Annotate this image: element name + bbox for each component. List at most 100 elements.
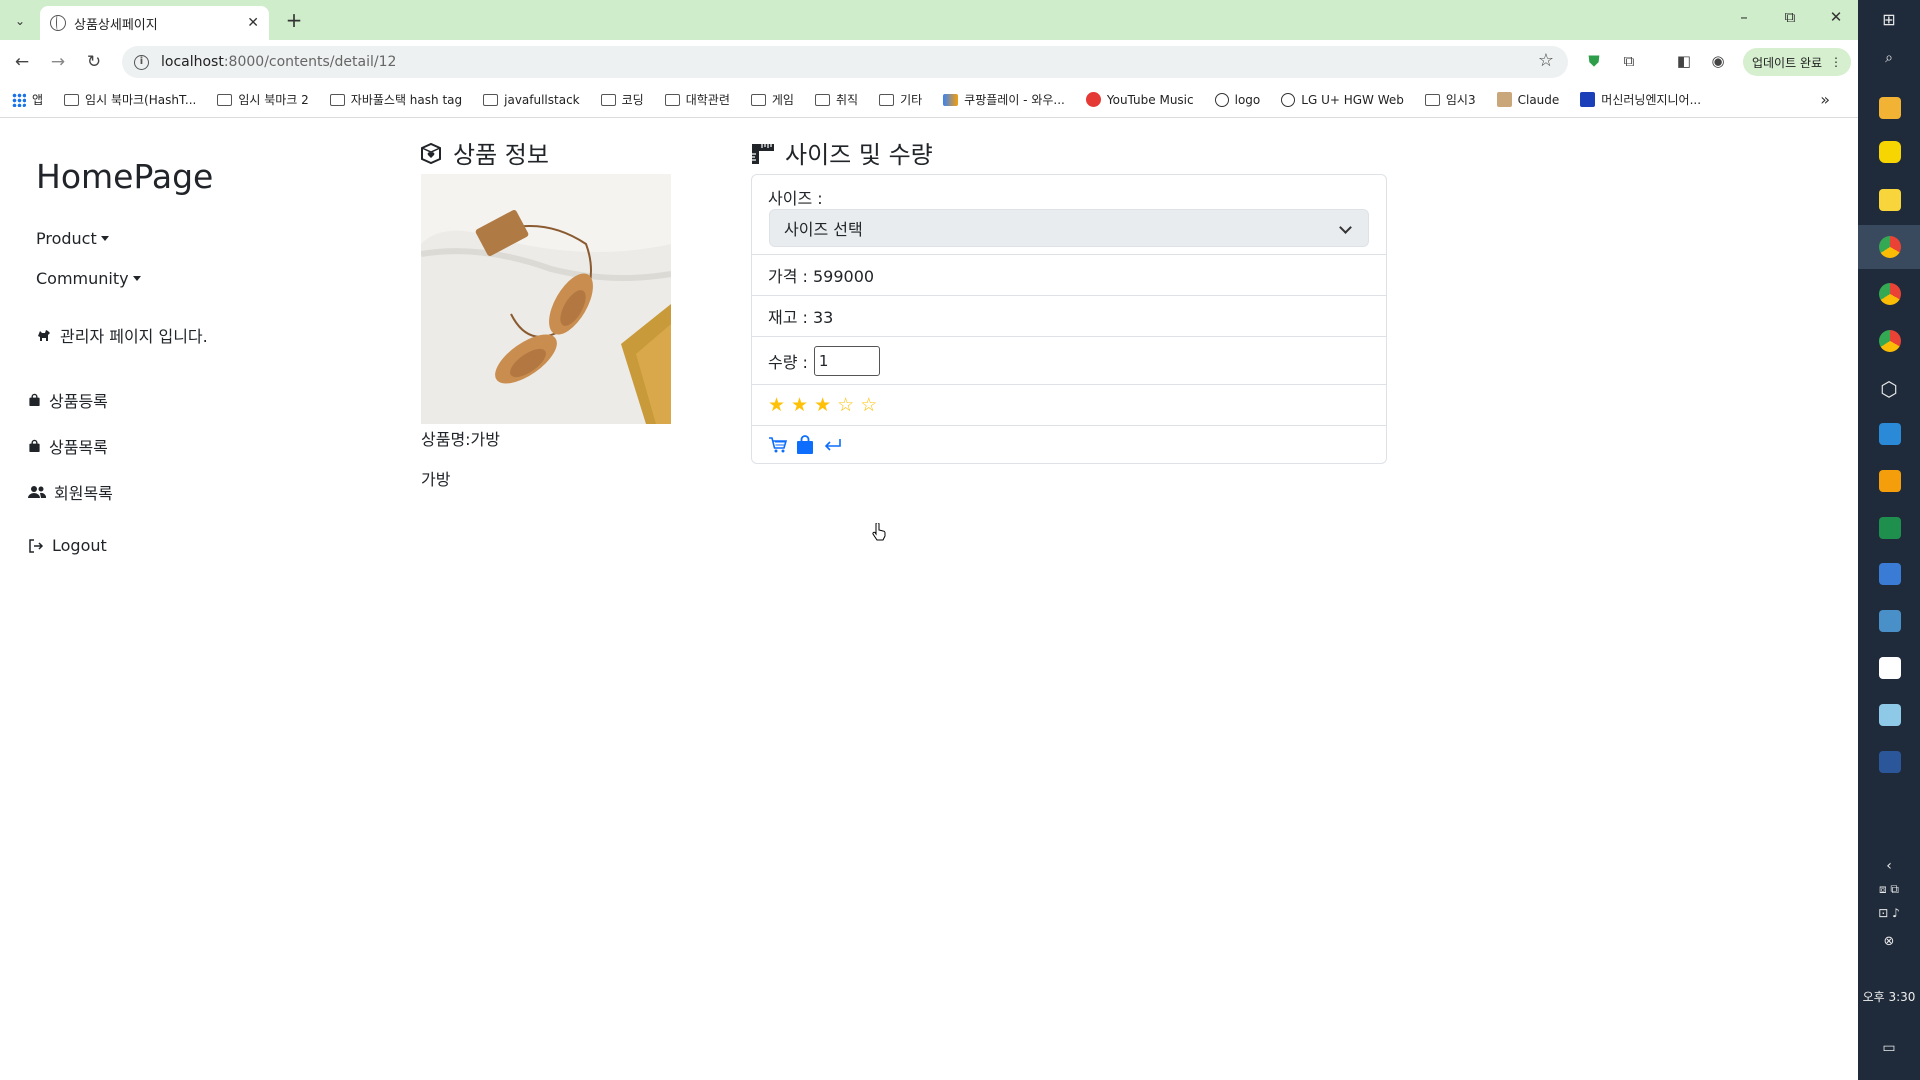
menu-product-list[interactable]: 상품목록 — [28, 434, 108, 458]
kakaotalk-icon[interactable] — [1879, 141, 1901, 163]
bookmark-label: 코딩 — [621, 93, 644, 107]
notion-icon[interactable] — [1879, 657, 1901, 679]
taskbar-clock[interactable]: 오후 3:30 — [1858, 988, 1920, 1005]
update-button[interactable]: 업데이트 완료 ⋮ — [1743, 48, 1851, 76]
bookmark-item[interactable]: YouTube Music — [1085, 92, 1194, 107]
hand-cursor-icon — [872, 523, 886, 541]
bookmark-star-icon[interactable]: ☆ — [1538, 51, 1554, 70]
tray-icons[interactable]: ⧈ ⧉ — [1858, 882, 1920, 897]
chrome-profile-3-icon[interactable] — [1879, 330, 1901, 352]
word-icon[interactable] — [1879, 751, 1901, 773]
network-volume-icon[interactable]: ⊡ ♪ — [1858, 906, 1920, 920]
browser-tab-active[interactable]: 상품상세페이지 ✕ — [40, 6, 269, 40]
shopping-bag-icon[interactable] — [796, 435, 814, 455]
excel-remote-icon[interactable] — [1879, 517, 1901, 539]
bookmark-item[interactable]: 앱 — [12, 91, 43, 108]
tab-search-button[interactable]: ⌄ — [8, 9, 32, 33]
forward-button[interactable]: → — [45, 49, 71, 75]
side-panel-icon[interactable]: ◧ — [1674, 51, 1694, 71]
chevron-down-icon — [1339, 221, 1352, 234]
star-filled-icon[interactable]: ★ — [768, 395, 785, 415]
price-row: 가격 : 599000 — [752, 255, 1386, 296]
restore-button[interactable]: ⧉ — [1767, 8, 1813, 26]
wireshark-icon[interactable] — [1879, 610, 1901, 632]
cart-icon[interactable] — [768, 436, 788, 454]
folder-icon — [483, 93, 499, 106]
product-dropdown[interactable]: Product — [36, 229, 109, 248]
bookmark-item[interactable]: 머신러닝엔지니어... — [1580, 91, 1701, 108]
quantity-input[interactable] — [813, 345, 880, 376]
reload-button[interactable]: ↻ — [81, 49, 107, 75]
profile-avatar-icon[interactable]: ◉ — [1708, 51, 1728, 71]
bookmark-item[interactable]: 대학관련 — [664, 91, 730, 108]
chrome-icon[interactable] — [1879, 236, 1901, 258]
community-dropdown[interactable]: Community — [36, 269, 141, 288]
extensions-puzzle-icon[interactable]: ⧉ — [1619, 51, 1639, 71]
bookmark-label: 임시 북마크(HashT... — [85, 93, 197, 107]
vscode-icon[interactable] — [1879, 423, 1901, 445]
star-filled-icon[interactable]: ★ — [791, 395, 808, 415]
claude-icon — [1496, 92, 1512, 107]
bookmark-item[interactable]: 임시3 — [1424, 91, 1476, 108]
coupang-icon — [943, 93, 959, 106]
product-image — [421, 174, 671, 424]
notification-icon[interactable]: ▭ — [1858, 1040, 1920, 1056]
bookmark-item[interactable]: LG U+ HGW Web — [1281, 92, 1404, 107]
star-empty-icon[interactable]: ☆ — [837, 395, 854, 415]
3d-cube-icon[interactable]: ⬡ — [1858, 377, 1920, 401]
bookmark-label: 게임 — [771, 93, 794, 107]
menu-product-register[interactable]: 상품등록 — [28, 388, 108, 412]
bookmark-item[interactable]: javafullstack — [483, 93, 580, 107]
logout-link[interactable]: Logout — [28, 536, 107, 555]
rating-row: ★ ★ ★ ☆ ☆ — [752, 385, 1386, 426]
remote-app-icon[interactable] — [1879, 470, 1901, 492]
search-icon[interactable]: ⌕ — [1858, 50, 1920, 66]
options-card: 사이즈 : 사이즈 선택 가격 : 599000 재고 : 33 수량 : ★★… — [751, 174, 1387, 464]
users-icon — [28, 486, 46, 498]
network-tool-icon[interactable] — [1879, 563, 1901, 585]
bookmark-item[interactable]: 임시 북마크 2 — [217, 91, 309, 108]
folder-icon — [64, 93, 80, 106]
bookmark-item[interactable]: 코딩 — [600, 91, 644, 108]
bookmark-label: 기타 — [900, 93, 923, 107]
tab-title: 상품상세페이지 — [74, 17, 158, 33]
return-arrow-icon[interactable] — [822, 437, 842, 453]
bookmarks-overflow-icon[interactable]: » — [1820, 90, 1830, 109]
windows-start-icon[interactable]: ⊞ — [1858, 10, 1920, 29]
shield-extension-icon[interactable]: ⛊ — [1584, 51, 1604, 71]
close-window-button[interactable]: ✕ — [1813, 8, 1859, 26]
site-info-icon[interactable]: i — [134, 54, 149, 70]
back-button[interactable]: ← — [9, 49, 35, 75]
price-text: 가격 : 599000 — [768, 267, 875, 286]
bookmark-item[interactable]: 임시 북마크(HashT... — [64, 91, 196, 108]
size-select[interactable]: 사이즈 선택 — [769, 209, 1369, 247]
quantity-label: 수량 : — [768, 352, 808, 372]
sticky-notes-icon[interactable] — [1879, 189, 1901, 211]
bookmark-item[interactable]: 취직 — [814, 91, 858, 108]
bookmark-item[interactable]: Claude — [1496, 92, 1559, 107]
bookmark-item[interactable]: 게임 — [750, 91, 794, 108]
address-bar[interactable]: i localhost:8000/contents/detail/12 ☆ — [122, 46, 1568, 78]
bookmark-item[interactable]: 쿠팡플레이 - 와우... — [943, 91, 1065, 108]
bookmark-label: 대학관련 — [685, 93, 730, 107]
eraser-app-icon[interactable] — [1879, 704, 1901, 726]
chrome-profile-2-icon[interactable] — [1879, 283, 1901, 305]
file-explorer-icon[interactable] — [1879, 97, 1901, 119]
bookmark-item[interactable]: logo — [1214, 92, 1260, 107]
new-tab-button[interactable]: + — [282, 8, 306, 32]
bookmark-item[interactable]: 자바풀스택 hash tag — [329, 91, 462, 108]
bookmark-item[interactable]: 기타 — [879, 91, 922, 108]
star-empty-icon[interactable]: ☆ — [860, 395, 877, 415]
size-label: 사이즈 : — [768, 189, 823, 208]
minimize-button[interactable]: – — [1721, 8, 1767, 26]
tray-close-icon[interactable]: ⊗ — [1858, 934, 1920, 949]
logout-label: Logout — [52, 536, 107, 555]
windows-taskbar: ⊞ ⌕ ⬡ ‹ ⧈ ⧉ ⊡ ♪ ⊗ 오후 3:30 ▭ — [1858, 0, 1920, 1080]
brand-title[interactable]: HomePage — [36, 157, 213, 196]
menu-product-list-label: 상품목록 — [49, 438, 108, 457]
close-tab-icon[interactable]: ✕ — [247, 15, 259, 31]
star-filled-icon[interactable]: ★ — [814, 395, 831, 415]
chevron-left-icon[interactable]: ‹ — [1858, 858, 1920, 874]
bookmark-label: YouTube Music — [1106, 92, 1194, 107]
menu-member-list[interactable]: 회원목록 — [28, 480, 113, 504]
